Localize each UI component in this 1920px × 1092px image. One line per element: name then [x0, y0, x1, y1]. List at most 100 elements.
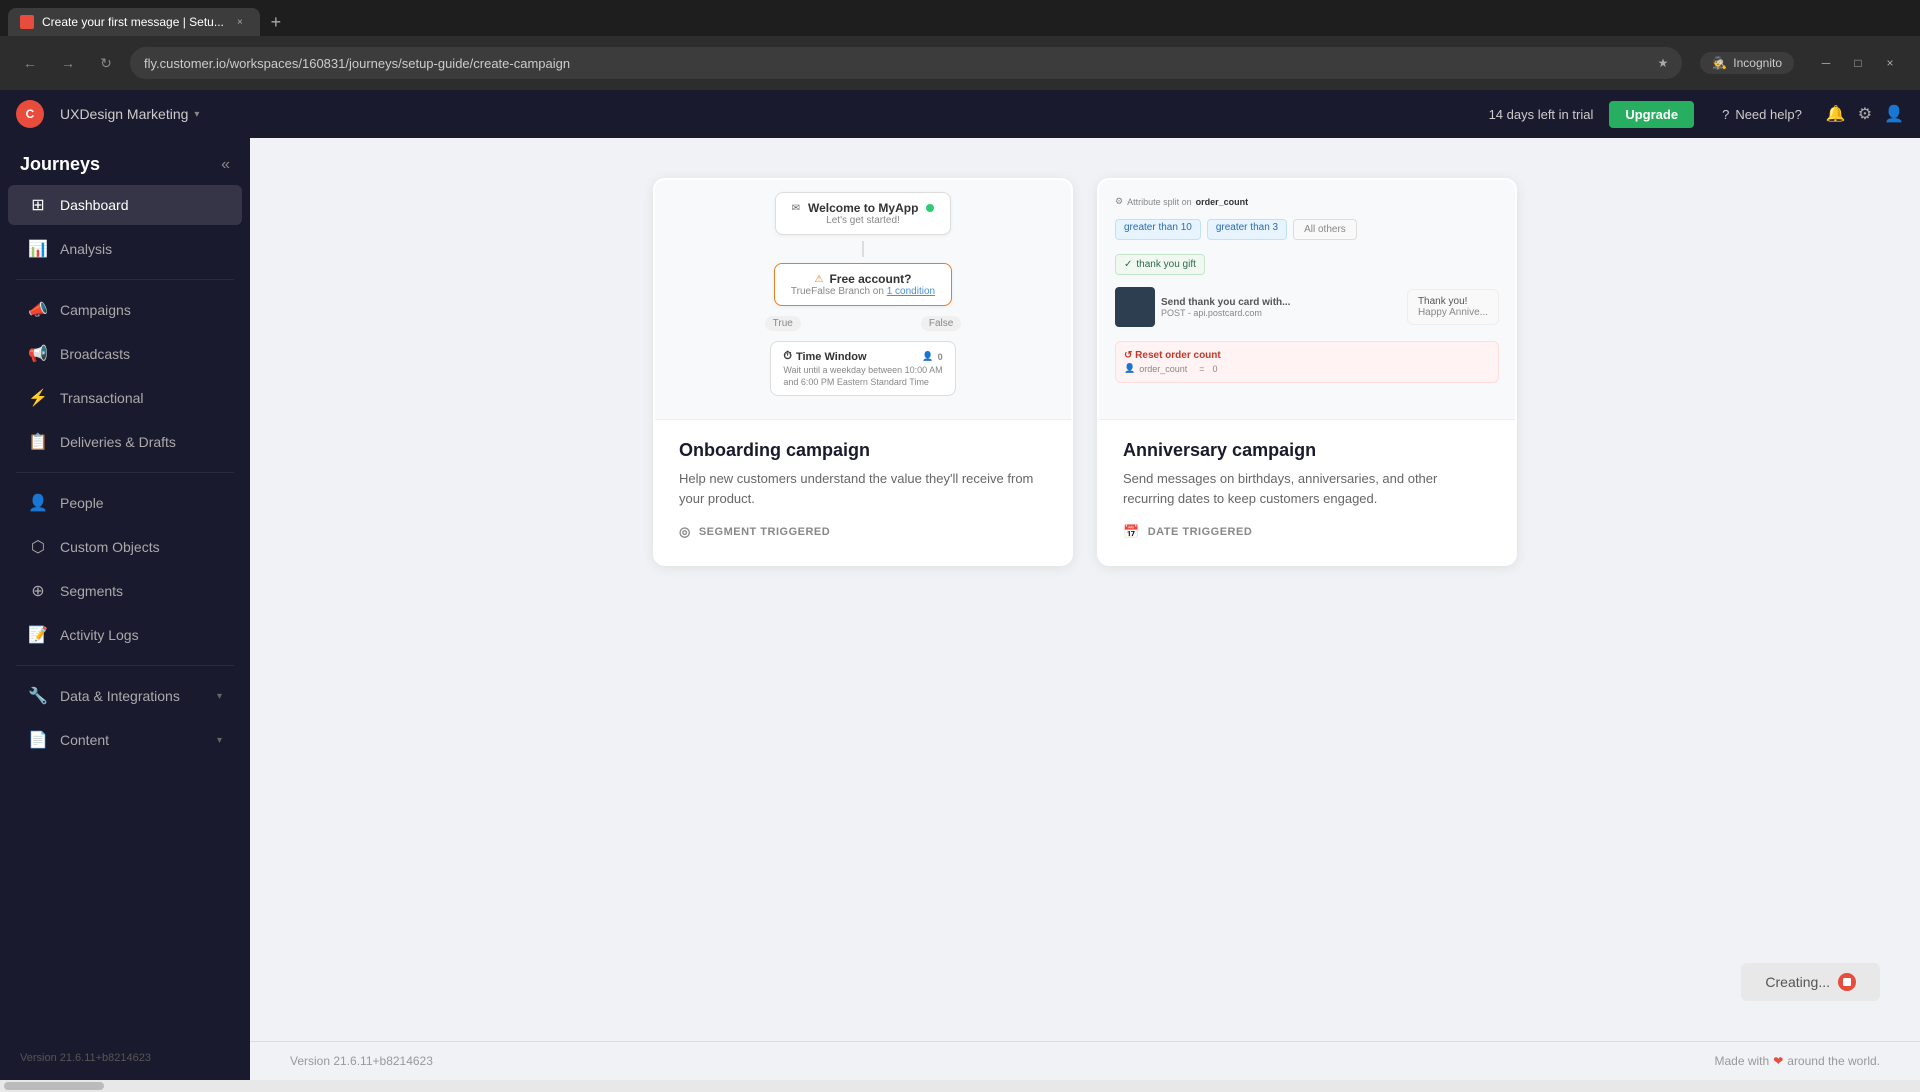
- onboarding-card-info: Onboarding campaign Help new customers u…: [655, 420, 1071, 564]
- refresh-button[interactable]: ↻: [92, 49, 120, 77]
- upgrade-button[interactable]: Upgrade: [1609, 101, 1694, 128]
- anniversary-campaign-card[interactable]: ⚙ Attribute split on order_count greater…: [1097, 178, 1517, 566]
- trial-badge: 14 days left in trial: [1489, 107, 1594, 122]
- forward-button[interactable]: →: [54, 49, 82, 77]
- segment-trigger-icon: ◎: [679, 524, 691, 540]
- address-text: fly.customer.io/workspaces/160831/journe…: [144, 56, 1650, 71]
- split-tags-row: greater than 10 greater than 3 All other…: [1115, 219, 1499, 240]
- welcome-node: ✉ Welcome to MyApp Let's get started!: [775, 192, 952, 235]
- horizontal-scrollbar[interactable]: [0, 1080, 1920, 1092]
- app-footer: Version 21.6.11+b8214623 Made with ❤ aro…: [250, 1041, 1920, 1080]
- sidebar-item-deliveries[interactable]: 📋 Deliveries & Drafts: [8, 422, 242, 462]
- date-trigger-icon: 📅: [1123, 524, 1140, 540]
- sidebar: Journeys « ⊞ Dashboard 📊 Analysis 📣 Camp…: [0, 138, 250, 1080]
- browser-chrome: Create your first message | Setu... × + …: [0, 0, 1920, 90]
- scrollbar-thumb[interactable]: [4, 1082, 104, 1090]
- sidebar-label-deliveries: Deliveries & Drafts: [60, 434, 176, 450]
- create-button-label: Creating...: [1765, 974, 1830, 990]
- address-bar[interactable]: fly.customer.io/workspaces/160831/journe…: [130, 47, 1682, 79]
- send-card-label: Send thank you card with...: [1161, 297, 1290, 308]
- sidebar-item-dashboard[interactable]: ⊞ Dashboard: [8, 185, 242, 225]
- app-logo: C: [16, 100, 44, 128]
- main-content: ✉ Welcome to MyApp Let's get started! ⚠: [250, 138, 1920, 1080]
- sidebar-item-activity-logs[interactable]: 📝 Activity Logs: [8, 615, 242, 655]
- content-arrow-icon: ▾: [217, 735, 222, 746]
- data-integrations-arrow-icon: ▾: [217, 691, 222, 702]
- data-integrations-icon: 🔧: [28, 686, 48, 706]
- footer-around-world: around the world.: [1787, 1054, 1880, 1068]
- send-card-row: Send thank you card with... POST - api.p…: [1115, 287, 1499, 327]
- footer-version: Version 21.6.11+b8214623: [290, 1054, 433, 1068]
- active-tab[interactable]: Create your first message | Setu... ×: [8, 8, 260, 36]
- onboarding-campaign-card[interactable]: ✉ Welcome to MyApp Let's get started! ⚠: [653, 178, 1073, 566]
- custom-objects-icon: ⬡: [28, 537, 48, 557]
- sidebar-label-segments: Segments: [60, 583, 123, 599]
- tab-favicon: [20, 15, 34, 29]
- time-window-node: ⏱ Time Window 👤 0 Wait until a weekday b…: [770, 341, 955, 396]
- free-account-node: ⚠ Free account? TrueFalse Branch on 1 co…: [774, 263, 952, 306]
- close-window-button[interactable]: ×: [1876, 49, 1904, 77]
- sidebar-header: Journeys «: [0, 138, 250, 183]
- window-controls: ─ □ ×: [1812, 49, 1904, 77]
- browser-tabs: Create your first message | Setu... × +: [0, 0, 1920, 36]
- onboarding-preview: ✉ Welcome to MyApp Let's get started! ⚠: [655, 180, 1071, 420]
- attr-split-label: ⚙ Attribute split on order_count: [1115, 196, 1499, 207]
- footer-made-with: Made with ❤ around the world.: [1715, 1054, 1881, 1068]
- sidebar-item-campaigns[interactable]: 📣 Campaigns: [8, 290, 242, 330]
- footer-made-text: Made with: [1715, 1054, 1770, 1068]
- sidebar-item-transactional[interactable]: ⚡ Transactional: [8, 378, 242, 418]
- stop-inner: [1843, 978, 1851, 986]
- all-others-tag: All others: [1293, 219, 1357, 240]
- sidebar-item-content[interactable]: 📄 Content ▾: [8, 720, 242, 760]
- activity-logs-icon: 📝: [28, 625, 48, 645]
- workspace-caret-icon: ▾: [194, 109, 199, 120]
- workspace-selector[interactable]: UXDesign Marketing ▾: [60, 106, 199, 122]
- sidebar-collapse-button[interactable]: «: [221, 156, 230, 174]
- sidebar-divider-2: [16, 472, 234, 473]
- gear-icon[interactable]: ⚙: [1858, 104, 1872, 124]
- onboarding-card-title: Onboarding campaign: [679, 440, 1047, 461]
- incognito-button[interactable]: 🕵 Incognito: [1700, 52, 1794, 74]
- sidebar-item-custom-objects[interactable]: ⬡ Custom Objects: [8, 527, 242, 567]
- browser-actions: 🕵 Incognito: [1700, 52, 1794, 74]
- app-layout: Journeys « ⊞ Dashboard 📊 Analysis 📣 Camp…: [0, 138, 1920, 1080]
- anniversary-card-title: Anniversary campaign: [1123, 440, 1491, 461]
- sidebar-item-broadcasts[interactable]: 📢 Broadcasts: [8, 334, 242, 374]
- back-button[interactable]: ←: [16, 49, 44, 77]
- sidebar-label-broadcasts: Broadcasts: [60, 346, 130, 362]
- sidebar-label-analysis: Analysis: [60, 241, 112, 257]
- anniversary-card-desc: Send messages on birthdays, anniversarie…: [1123, 469, 1491, 508]
- sidebar-item-data-integrations[interactable]: 🔧 Data & Integrations ▾: [8, 676, 242, 716]
- reset-order-row: ↺ Reset order count 👤 order_count = 0: [1115, 341, 1499, 383]
- cards-container: ✉ Welcome to MyApp Let's get started! ⚠: [250, 138, 1920, 963]
- sidebar-divider-1: [16, 279, 234, 280]
- user-icon[interactable]: 👤: [1884, 104, 1904, 124]
- sidebar-label-dashboard: Dashboard: [60, 197, 129, 213]
- sidebar-item-segments[interactable]: ⊕ Segments: [8, 571, 242, 611]
- incognito-icon: 🕵: [1712, 56, 1727, 70]
- sidebar-label-data-integrations: Data & Integrations: [60, 688, 180, 704]
- campaigns-icon: 📣: [28, 300, 48, 320]
- help-icon: ?: [1722, 107, 1729, 122]
- tab-close-button[interactable]: ×: [232, 14, 248, 30]
- help-button[interactable]: ? Need help?: [1722, 107, 1802, 122]
- minimize-button[interactable]: ─: [1812, 49, 1840, 77]
- maximize-button[interactable]: □: [1844, 49, 1872, 77]
- sidebar-divider-3: [16, 665, 234, 666]
- bell-icon[interactable]: 🔔: [1826, 104, 1846, 124]
- sidebar-item-analysis[interactable]: 📊 Analysis: [8, 229, 242, 269]
- sidebar-label-custom-objects: Custom Objects: [60, 539, 160, 555]
- sidebar-item-people[interactable]: 👤 People: [8, 483, 242, 523]
- create-button[interactable]: Creating...: [1741, 963, 1880, 1001]
- greater-than-3-tag: greater than 3: [1207, 219, 1287, 240]
- app-bar-icons: 🔔 ⚙ 👤: [1826, 104, 1904, 124]
- browser-bar: ← → ↻ fly.customer.io/workspaces/160831/…: [0, 36, 1920, 90]
- sidebar-title: Journeys: [20, 154, 100, 175]
- people-icon: 👤: [28, 493, 48, 513]
- sidebar-label-transactional: Transactional: [60, 390, 144, 406]
- content-icon: 📄: [28, 730, 48, 750]
- onboarding-card-desc: Help new customers understand the value …: [679, 469, 1047, 508]
- new-tab-button[interactable]: +: [262, 8, 290, 36]
- reset-title: ↺ Reset order count: [1124, 350, 1490, 361]
- card-thumbnail: [1115, 287, 1155, 327]
